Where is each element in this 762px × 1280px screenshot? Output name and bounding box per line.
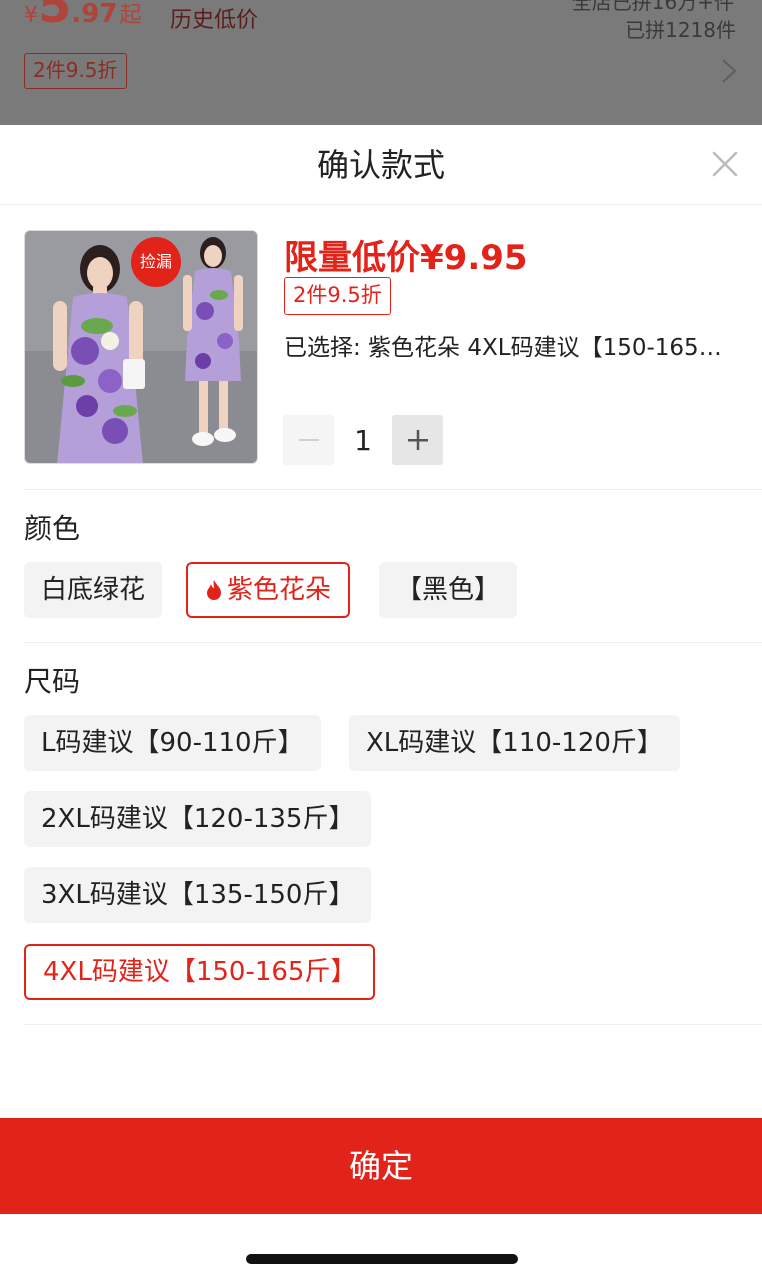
- color-option-white-green[interactable]: 白底绿花: [24, 562, 163, 618]
- price-decimal: .97: [71, 0, 118, 29]
- size-option-label: 2XL码建议【120-135斤】: [41, 804, 355, 834]
- background-page: ¥5.97起 历史低价 全店已拼16万+件 已拼1218件 2件9.5折: [0, 0, 762, 125]
- background-promo-tag: 2件9.5折: [24, 53, 127, 89]
- selected-options-text: 已选择: 紫色花朵 4XL码建议【150-165斤】: [284, 335, 738, 361]
- product-summary: 捡漏 限量低价¥9.95 2件9.5折 已选择: 紫色花朵 4XL码建议【150…: [24, 230, 738, 465]
- size-option-label: XL码建议【110-120斤】: [366, 728, 663, 758]
- style-selection-sheet: 确认款式 捡漏 限量低价¥9.95 2件9.5折 已选择: 紫色花朵 4XL码建…: [0, 125, 762, 1280]
- price-integer: 5: [38, 0, 72, 34]
- product-price: 限量低价¥9.95: [284, 238, 528, 278]
- divider: [24, 489, 762, 490]
- color-option-label: 【黑色】: [396, 575, 501, 605]
- close-icon[interactable]: [708, 147, 742, 181]
- discount-tag: 2件9.5折: [284, 277, 391, 315]
- hot-flame-icon: [207, 580, 221, 600]
- minus-icon: [298, 439, 319, 441]
- color-option-black[interactable]: 【黑色】: [379, 562, 518, 618]
- divider: [24, 1024, 762, 1025]
- divider: [24, 642, 762, 643]
- store-sold-count: 全店已拼16万+件: [571, 0, 734, 14]
- size-option-label: 3XL码建议【135-150斤】: [41, 880, 355, 910]
- increase-quantity-button[interactable]: [392, 415, 443, 465]
- sheet-header: 确认款式: [0, 125, 762, 205]
- deal-badge: 捡漏: [131, 237, 181, 287]
- plus-icon: [407, 430, 428, 450]
- chevron-right-icon: [722, 59, 737, 83]
- size-option-l[interactable]: L码建议【90-110斤】: [24, 715, 321, 771]
- color-option-label: 白底绿花: [41, 575, 146, 605]
- size-option-xl[interactable]: XL码建议【110-120斤】: [349, 715, 680, 771]
- size-option-4xl[interactable]: 4XL码建议【150-165斤】: [24, 944, 376, 1000]
- currency-symbol: ¥: [24, 3, 38, 28]
- confirm-button[interactable]: 确定: [0, 1118, 762, 1214]
- background-price: ¥5.97起: [24, 0, 141, 34]
- quantity-value: 1: [354, 423, 372, 457]
- size-section-title: 尺码: [24, 665, 81, 698]
- size-option-label: 4XL码建议【150-165斤】: [43, 957, 357, 987]
- color-option-label: 紫色花朵: [227, 575, 332, 605]
- quantity-stepper: 1: [283, 415, 443, 465]
- size-option-3xl[interactable]: 3XL码建议【135-150斤】: [24, 867, 372, 923]
- sheet-title: 确认款式: [316, 146, 445, 184]
- item-sold-count: 已拼1218件: [625, 18, 736, 42]
- size-option-2xl[interactable]: 2XL码建议【120-135斤】: [24, 791, 372, 847]
- product-image: 捡漏: [24, 230, 258, 464]
- color-section-title: 颜色: [24, 512, 81, 545]
- price-history-note: 历史低价: [170, 8, 259, 33]
- size-option-label: L码建议【90-110斤】: [41, 728, 304, 758]
- home-indicator: [246, 1254, 518, 1264]
- price-suffix: 起: [119, 3, 142, 28]
- decrease-quantity-button[interactable]: [283, 415, 334, 465]
- color-option-purple-flower[interactable]: 紫色花朵: [186, 562, 351, 618]
